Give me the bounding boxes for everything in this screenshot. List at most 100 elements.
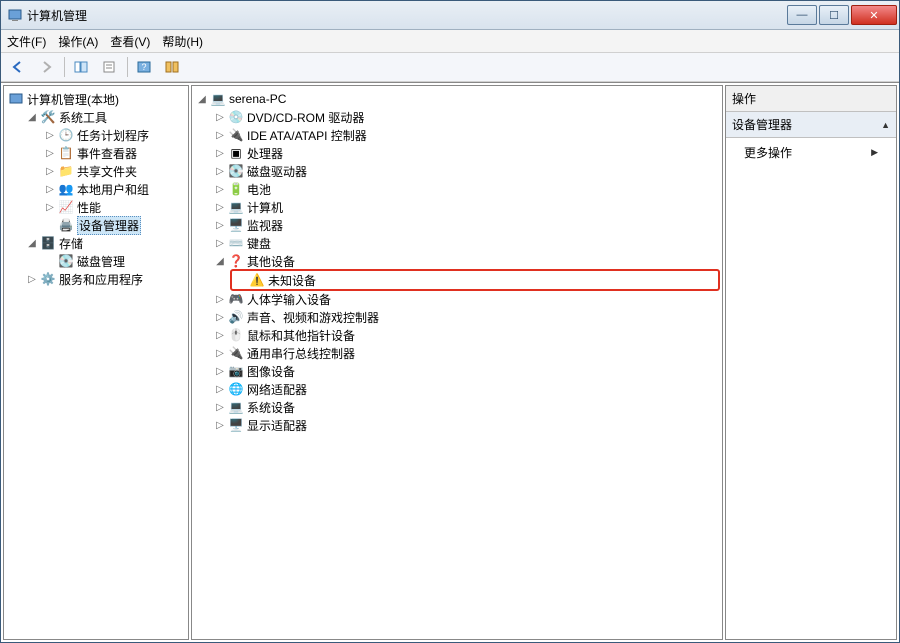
device-dvd[interactable]: ▷💿DVD/CD-ROM 驱动器 [212, 108, 720, 126]
toolbar-separator [127, 57, 128, 77]
back-button[interactable] [5, 55, 31, 79]
tree-label: 电池 [247, 181, 271, 198]
expand-icon[interactable]: ▷ [214, 311, 226, 323]
tree-label: 图像设备 [247, 363, 295, 380]
expand-icon[interactable]: ▷ [214, 237, 226, 249]
device-cpu[interactable]: ▷▣处理器 [212, 144, 720, 162]
device-tree-panel[interactable]: ◢ 💻 serena-PC ▷💿DVD/CD-ROM 驱动器 ▷🔌IDE ATA… [191, 85, 723, 640]
tree-label: 计算机 [247, 199, 283, 216]
tree-label: 服务和应用程序 [59, 271, 143, 288]
expand-icon[interactable]: ▷ [44, 201, 56, 213]
tree-shared-folders[interactable]: ▷📁共享文件夹 [42, 162, 186, 180]
forward-button[interactable] [33, 55, 59, 79]
tree-label: 其他设备 [247, 253, 295, 270]
expand-icon[interactable]: ▷ [44, 129, 56, 141]
expand-icon[interactable]: ▷ [214, 183, 226, 195]
body: 计算机管理(本地) ◢ 🛠️ 系统工具 ▷🕒任务计划程序 ▷📋事件查看器 [1, 82, 899, 642]
expand-icon[interactable]: ▷ [214, 401, 226, 413]
device-usb[interactable]: ▷🔌通用串行总线控制器 [212, 344, 720, 362]
device-other[interactable]: ◢❓其他设备 [212, 252, 720, 270]
device-monitor[interactable]: ▷🖥️监视器 [212, 216, 720, 234]
properties-button[interactable] [96, 55, 122, 79]
minimize-button[interactable]: — [787, 5, 817, 25]
expand-icon[interactable]: ▷ [44, 183, 56, 195]
expand-icon[interactable]: ▷ [214, 165, 226, 177]
device-computer[interactable]: ▷💻计算机 [212, 198, 720, 216]
device-ide[interactable]: ▷🔌IDE ATA/ATAPI 控制器 [212, 126, 720, 144]
expand-icon[interactable]: ▷ [214, 293, 226, 305]
collapse-icon[interactable]: ◢ [214, 255, 226, 267]
menu-view[interactable]: 查看(V) [110, 33, 150, 50]
tools-icon: 🛠️ [40, 109, 56, 125]
menu-file[interactable]: 文件(F) [7, 33, 46, 50]
device-mouse[interactable]: ▷🖱️鼠标和其他指针设备 [212, 326, 720, 344]
help-button[interactable]: ? [131, 55, 157, 79]
menu-help[interactable]: 帮助(H) [162, 33, 203, 50]
show-hide-tree-button[interactable] [68, 55, 94, 79]
device-root[interactable]: ◢ 💻 serena-PC [194, 90, 720, 108]
device-keyboard[interactable]: ▷⌨️键盘 [212, 234, 720, 252]
expand-icon[interactable]: ▷ [44, 165, 56, 177]
sound-icon: 🔊 [228, 309, 244, 325]
expand-icon[interactable]: ▷ [214, 347, 226, 359]
window-buttons: — ☐ ✕ [785, 5, 897, 25]
tree-system-tools[interactable]: ◢ 🛠️ 系统工具 [24, 108, 186, 126]
left-panel[interactable]: 计算机管理(本地) ◢ 🛠️ 系统工具 ▷🕒任务计划程序 ▷📋事件查看器 [3, 85, 189, 640]
tree-performance[interactable]: ▷📈性能 [42, 198, 186, 216]
collapse-icon[interactable]: ◢ [26, 111, 38, 123]
perf-icon: 📈 [58, 199, 74, 215]
device-battery[interactable]: ▷🔋电池 [212, 180, 720, 198]
actions-more[interactable]: 更多操作 ▶ [726, 138, 896, 167]
device-system[interactable]: ▷💻系统设备 [212, 398, 720, 416]
expand-icon[interactable]: ▷ [214, 219, 226, 231]
tree-label: 网络适配器 [247, 381, 307, 398]
expand-icon[interactable]: ▷ [214, 111, 226, 123]
actions-section[interactable]: 设备管理器 ▲ [726, 112, 896, 138]
expand-icon[interactable]: ▷ [214, 419, 226, 431]
tree-label: 通用串行总线控制器 [247, 345, 355, 362]
expand-icon[interactable]: ▷ [214, 147, 226, 159]
tree-storage[interactable]: ◢ 🗄️ 存储 [24, 234, 186, 252]
collapse-icon[interactable]: ◢ [26, 237, 38, 249]
expand-icon[interactable]: ▷ [214, 383, 226, 395]
tree-event-viewer[interactable]: ▷📋事件查看器 [42, 144, 186, 162]
tree-label: 键盘 [247, 235, 271, 252]
device-network[interactable]: ▷🌐网络适配器 [212, 380, 720, 398]
device-hid[interactable]: ▷🎮人体学输入设备 [212, 290, 720, 308]
actions-header: 操作 [726, 86, 896, 112]
collapse-arrow-icon: ▲ [881, 120, 890, 130]
actions-more-label: 更多操作 [744, 144, 792, 161]
maximize-button[interactable]: ☐ [819, 5, 849, 25]
device-sound[interactable]: ▷🔊声音、视频和游戏控制器 [212, 308, 720, 326]
device-diskdrives[interactable]: ▷💽磁盘驱动器 [212, 162, 720, 180]
expand-icon[interactable]: ▷ [214, 201, 226, 213]
expand-icon[interactable]: ▷ [44, 147, 56, 159]
tree-label: 未知设备 [268, 272, 316, 289]
titlebar[interactable]: 计算机管理 — ☐ ✕ [1, 1, 899, 30]
clock-icon: 🕒 [58, 127, 74, 143]
tree-label: 显示适配器 [247, 417, 307, 434]
tree-root-computer-management[interactable]: 计算机管理(本地) [6, 90, 186, 108]
tree-services-apps[interactable]: ▷⚙️服务和应用程序 [24, 270, 186, 288]
close-button[interactable]: ✕ [851, 5, 897, 25]
tree-device-manager[interactable]: 🖨️设备管理器 [42, 216, 186, 234]
expand-icon[interactable]: ▷ [214, 365, 226, 377]
expand-icon[interactable]: ▷ [214, 329, 226, 341]
tree-task-scheduler[interactable]: ▷🕒任务计划程序 [42, 126, 186, 144]
dvd-icon: 💿 [228, 109, 244, 125]
tree-label: 鼠标和其他指针设备 [247, 327, 355, 344]
monitor-icon: 🖥️ [228, 217, 244, 233]
collapse-icon[interactable]: ◢ [196, 93, 208, 105]
tree-disk-management[interactable]: 💽磁盘管理 [42, 252, 186, 270]
toolbar-extra-button[interactable] [159, 55, 185, 79]
expand-icon[interactable]: ▷ [214, 129, 226, 141]
tree-local-users[interactable]: ▷👥本地用户和组 [42, 180, 186, 198]
device-unknown-highlighted[interactable]: ⚠️未知设备 [230, 269, 720, 291]
expand-icon[interactable]: ▷ [26, 273, 38, 285]
device-imaging[interactable]: ▷📷图像设备 [212, 362, 720, 380]
tree-label: 系统工具 [59, 109, 107, 126]
tree-label: 磁盘管理 [77, 253, 125, 270]
device-display[interactable]: ▷🖥️显示适配器 [212, 416, 720, 434]
menu-action[interactable]: 操作(A) [58, 33, 98, 50]
folder-share-icon: 📁 [58, 163, 74, 179]
